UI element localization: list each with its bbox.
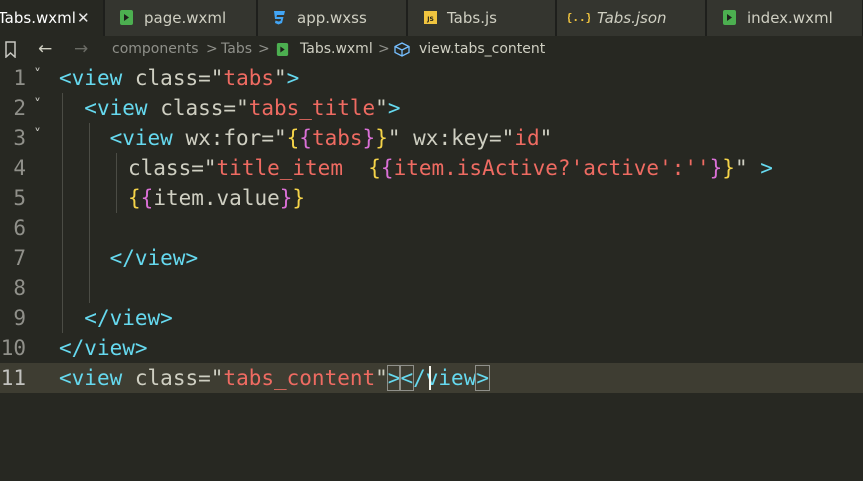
- line-number: 3: [13, 126, 26, 150]
- code-editor[interactable]: 1 ˅ <view class="tabs"> 2 ˅ <view class=…: [0, 63, 863, 481]
- code-line: 6: [0, 213, 863, 243]
- text-cursor: [429, 366, 431, 390]
- code-line: 2 ˅ <view class="tabs_title">: [0, 93, 863, 123]
- line-number: 5: [13, 186, 26, 210]
- css-file-icon: [274, 11, 285, 25]
- code-line: 8: [0, 273, 863, 303]
- line-number: 1: [13, 66, 26, 90]
- code-line: 7 </view>: [0, 243, 863, 273]
- code-line-current: 11 <view class="tabs_content"></view>: [0, 363, 863, 393]
- code-text: class="title_item {{item.isActive?'activ…: [128, 156, 773, 180]
- line-number: 2: [13, 96, 26, 120]
- breadcrumb: ← → components > Tabs > Tabs.wxml > view…: [0, 36, 863, 63]
- element-cube-icon: [394, 42, 410, 57]
- line-number: 8: [13, 276, 26, 300]
- tab-tabs-js[interactable]: JS Tabs.js: [408, 0, 556, 36]
- line-number: 4: [13, 156, 26, 180]
- code-text: </view>: [109, 246, 199, 270]
- code-text: <view class="tabs">: [59, 66, 300, 90]
- breadcrumb-item-tabs[interactable]: Tabs: [221, 36, 252, 63]
- tab-label: Tabs.json: [597, 9, 667, 27]
- tab-tabs-wxml[interactable]: Tabs.wxml ✕: [0, 0, 104, 36]
- code-line: 1 ˅ <view class="tabs">: [0, 63, 863, 93]
- fold-chevron-icon[interactable]: ˅: [34, 127, 50, 143]
- line-number: 7: [13, 246, 26, 270]
- breadcrumb-separator: >: [378, 41, 390, 57]
- svg-text:JS: JS: [426, 16, 434, 23]
- line-number: 9: [13, 306, 26, 330]
- tab-page-wxml[interactable]: page.wxml: [105, 0, 257, 36]
- tab-label: Tabs.js: [447, 9, 497, 27]
- tab-label: app.wxss: [297, 9, 367, 27]
- tab-label: page.wxml: [144, 9, 227, 27]
- bookmark-icon[interactable]: [4, 41, 17, 58]
- code-line: 9 </view>: [0, 303, 863, 333]
- code-text: </view>: [84, 306, 173, 330]
- line-number: 6: [13, 216, 26, 240]
- code-line: 5 {{item.value}}: [0, 183, 863, 213]
- svg-text:{..}: {..}: [568, 11, 590, 24]
- breadcrumb-separator: >: [258, 41, 270, 57]
- wxml-file-icon: [120, 10, 133, 25]
- close-tab-icon[interactable]: ✕: [77, 0, 90, 36]
- code-line: 3 ˅ <view wx:for="{{tabs}}" wx:key="id": [0, 123, 863, 153]
- line-number: 10: [0, 336, 26, 360]
- code-line: 10 </view>: [0, 333, 863, 363]
- wxml-file-icon: [723, 10, 736, 25]
- tab-tabs-json[interactable]: {..} Tabs.json: [557, 0, 706, 36]
- breadcrumb-separator: >: [206, 41, 218, 57]
- breadcrumb-item-components[interactable]: components: [112, 36, 199, 63]
- json-file-icon: {..}: [568, 11, 590, 24]
- tab-label: index.wxml: [747, 9, 833, 27]
- breadcrumb-item-symbol[interactable]: view.tabs_content: [419, 36, 545, 63]
- fold-chevron-icon[interactable]: ˅: [34, 67, 50, 83]
- editor-tab-bar: Tabs.wxml ✕ page.wxml app.wxss JS Tabs.j…: [0, 0, 863, 36]
- js-file-icon: JS: [424, 11, 437, 24]
- code-text: <view wx:for="{{tabs}}" wx:key="id": [109, 126, 553, 150]
- breadcrumb-item-file[interactable]: Tabs.wxml: [300, 36, 373, 63]
- code-text: </view>: [59, 336, 148, 360]
- code-text: <view class="tabs_content"></view>: [59, 365, 490, 391]
- tab-label: Tabs.wxml: [0, 9, 76, 27]
- code-text: <view class="tabs_title">: [84, 96, 401, 120]
- code-line: 4 class="title_item {{item.isActive?'act…: [0, 153, 863, 183]
- fold-chevron-icon[interactable]: ˅: [34, 97, 50, 113]
- back-arrow-icon[interactable]: ←: [38, 36, 52, 63]
- code-text: {{item.value}}: [128, 186, 306, 210]
- forward-arrow-icon[interactable]: →: [74, 36, 88, 63]
- tab-app-wxss[interactable]: app.wxss: [258, 0, 407, 36]
- tab-index-wxml[interactable]: index.wxml: [707, 0, 863, 36]
- wxml-file-icon: [276, 43, 289, 56]
- line-number: 11: [0, 366, 26, 390]
